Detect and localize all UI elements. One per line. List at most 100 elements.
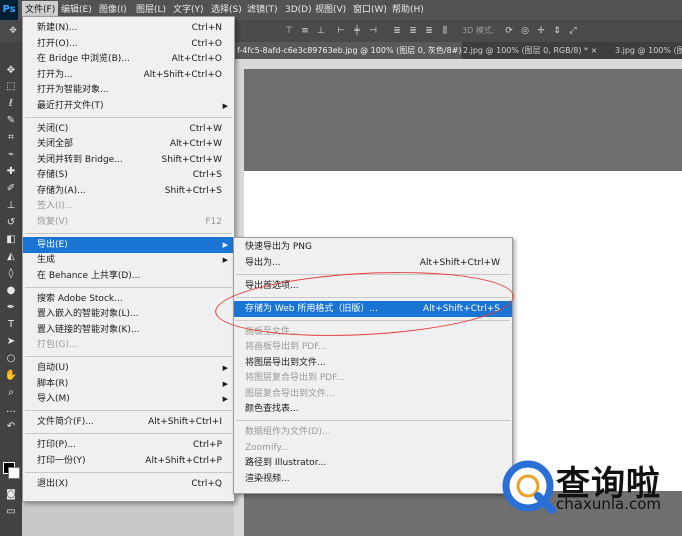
menu-item-label: 路径到 Illustrator... (245, 458, 327, 468)
menu-item[interactable]: 渲染视频... (234, 471, 512, 487)
menu-item-shortcut: Ctrl+N (191, 23, 222, 33)
swap-colors-icon[interactable]: ↶ (3, 420, 19, 434)
tab-document-1[interactable]: f-4fc5-8afd-c6e3c89763eb.jpg @ 100% (图层 … (234, 42, 462, 59)
menu-item-label: 关闭(C) (37, 123, 69, 134)
crop-tool-icon[interactable]: ⌗ (3, 131, 19, 145)
menu-item[interactable]: 在 Behance 上共享(D)... (23, 268, 234, 284)
menubar-item-8[interactable]: 视图(V) (312, 0, 349, 20)
menu-item[interactable]: 存储(S) Ctrl+S (23, 167, 234, 183)
menu-item[interactable]: 关闭(C) Ctrl+W (23, 121, 234, 137)
menu-item[interactable]: 导入(M) ▶ (23, 391, 234, 407)
menu-item[interactable]: 打开为智能对象... (23, 82, 234, 98)
menu-item: 签入(I)... (23, 198, 234, 214)
menu-item[interactable]: 置入嵌入的智能对象(L)... (23, 306, 234, 322)
marquee-tool-icon[interactable]: ⬚ (3, 80, 19, 94)
menu-item-label: 渲染视频... (245, 473, 290, 484)
menu-item-label: 搜索 Adobe Stock... (37, 293, 123, 304)
menu-item-label: 自动(U) (37, 363, 69, 373)
close-icon[interactable]: × (591, 46, 598, 55)
submenu-arrow-icon: ▶ (222, 256, 228, 264)
align-top-icon[interactable]: ⊤ (284, 26, 294, 36)
menu-item[interactable]: 退出(X) Ctrl+Q (23, 476, 234, 492)
eyedropper-icon[interactable]: ⌁ (3, 148, 19, 162)
menu-separator (25, 410, 232, 412)
menu-item[interactable]: 打印一份(Y) Alt+Shift+Ctrl+P (23, 453, 234, 469)
menu-item[interactable]: 生成 ▶ (23, 252, 234, 268)
move-icon[interactable]: ✥ (8, 26, 18, 36)
menu-item[interactable]: 路径到 Illustrator... (234, 455, 512, 471)
menu-item[interactable]: 关闭并转到 Bridge... Shift+Ctrl+W (23, 152, 234, 168)
3d-roll-icon[interactable]: ◎ (520, 26, 530, 36)
menu-item-shortcut: Alt+Shift+Ctrl+W (419, 257, 500, 268)
align-left-icon[interactable]: ⊢ (336, 26, 346, 36)
menu-item-shortcut: Alt+Shift+Ctrl+O (143, 69, 222, 80)
menu-item[interactable]: 置入链接的智能对象(K)... (23, 322, 234, 338)
menu-separator (25, 433, 232, 435)
menu-item[interactable]: 在 Bridge 中浏览(B)... Alt+Ctrl+O (23, 51, 234, 67)
align-right-icon[interactable]: ⊣ (368, 26, 378, 36)
submenu-arrow-icon: ▶ (222, 379, 228, 388)
menu-item[interactable]: 将图层导出到文件... (234, 355, 512, 371)
background-color-swatch[interactable] (8, 467, 20, 479)
menubar-item-9[interactable]: 窗口(W) (350, 0, 390, 20)
menubar-item-10[interactable]: 帮助(H) (389, 0, 427, 20)
menu-item[interactable]: 打印(P)... Ctrl+P (23, 437, 234, 453)
3d-rotate-icon[interactable]: ⟳ (504, 26, 514, 36)
menu-item[interactable]: 存储为(A)... Shift+Ctrl+S (23, 183, 234, 199)
align-bottom-icon[interactable]: ⊥ (316, 26, 326, 36)
menu-item-shortcut: F12 (205, 216, 222, 227)
menubar-item-6[interactable]: 滤镜(T) (244, 0, 281, 20)
menu-item[interactable]: 打开(O)... Ctrl+O (23, 36, 234, 52)
move-tool-icon[interactable]: ✥ (3, 64, 19, 78)
menu-item[interactable]: 快速导出为 PNG (234, 239, 512, 255)
menu-item[interactable]: 导出为... Alt+Shift+Ctrl+W (234, 255, 512, 271)
menu-item[interactable]: 关闭全部 Alt+Ctrl+W (23, 136, 234, 152)
3d-mode-label: 3D 模式: (462, 26, 495, 35)
menu-item[interactable]: 最近打开文件(T) ▶ (23, 98, 234, 114)
distribute-bottom-icon[interactable]: ≣ (424, 26, 434, 36)
menu-separator (25, 116, 232, 118)
distribute-top-icon[interactable]: ≣ (392, 26, 402, 36)
paint-bucket-icon[interactable]: ◭ (3, 250, 19, 264)
clone-stamp-icon[interactable]: ⊥ (3, 199, 19, 213)
healing-brush-icon[interactable]: ✚ (3, 165, 19, 179)
menu-separator (236, 420, 510, 422)
screen-mode-icon[interactable]: ▭ (3, 505, 19, 519)
menu-item[interactable]: 脚本(R) ▶ (23, 376, 234, 392)
zoom-tool-icon[interactable]: ⌕ (3, 386, 19, 400)
menu-item[interactable]: 新建(N)... Ctrl+N (23, 20, 234, 36)
quick-mask-icon[interactable]: ◙ (3, 488, 19, 502)
3d-slide-icon[interactable]: ⇕ (552, 26, 562, 36)
more-tools-icon[interactable]: … (3, 403, 19, 417)
pen-tool-icon[interactable]: ✒ (3, 301, 19, 315)
align-middle-icon[interactable]: ≡ (300, 26, 310, 36)
distribute-middle-icon[interactable]: ≣ (408, 26, 418, 36)
menu-item-label: 脚本(R) (37, 378, 69, 389)
menu-item[interactable]: 文件简介(F)... Alt+Shift+Ctrl+I (23, 414, 234, 430)
menu-item[interactable]: 自动(U) ▶ (23, 360, 234, 376)
3d-scale-icon[interactable]: ⤢ (568, 26, 578, 36)
tab-document-2[interactable]: 2.jpg @ 100% (图层 0, RGB/8) * × (460, 42, 614, 59)
path-select-icon[interactable]: ➤ (3, 335, 19, 349)
menubar-item-7[interactable]: 3D(D) (282, 0, 315, 20)
blur-tool-icon[interactable]: ◊ (3, 267, 19, 281)
menu-item[interactable]: 搜索 Adobe Stock... (23, 291, 234, 307)
eraser-tool-icon[interactable]: ◧ (3, 233, 19, 247)
tab-document-3[interactable]: 3.jpg @ 100% (图层 0, RGB/8) × (612, 42, 682, 59)
hand-tool-icon[interactable]: ✋ (3, 369, 19, 383)
menu-item-label: 恢复(V) (37, 216, 69, 227)
dodge-tool-icon[interactable]: ● (3, 284, 19, 298)
quick-select-icon[interactable]: ✎ (3, 114, 19, 128)
menu-item[interactable]: 打开为... Alt+Shift+Ctrl+O (23, 67, 234, 83)
history-brush-icon[interactable]: ↺ (3, 216, 19, 230)
menu-item[interactable]: 颜色查找表... (234, 401, 512, 417)
menu-item-label: 签入(I)... (37, 201, 74, 211)
align-center-icon[interactable]: ╪ (352, 26, 362, 36)
3d-drag-icon[interactable]: ✛ (536, 26, 546, 36)
type-tool-icon[interactable]: T (3, 318, 19, 332)
distribute-left-icon[interactable]: ⫼ (440, 26, 450, 36)
shape-tool-icon[interactable]: ○ (3, 352, 19, 366)
lasso-tool-icon[interactable]: ℓ (3, 97, 19, 111)
brush-tool-icon[interactable]: ✐ (3, 182, 19, 196)
menu-item[interactable]: 导出(E) ▶ (23, 236, 234, 253)
